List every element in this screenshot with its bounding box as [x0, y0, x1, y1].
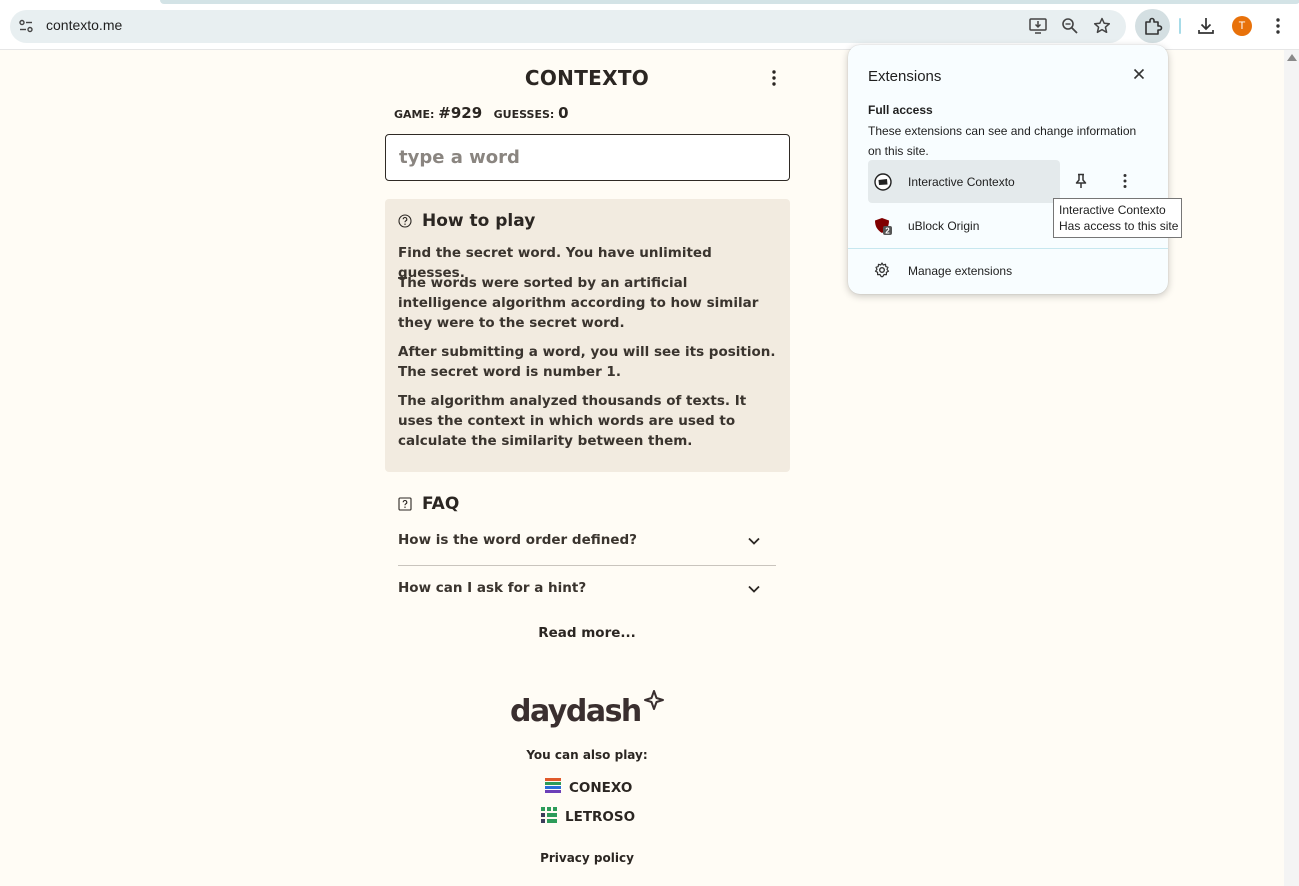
conexo-label[interactable]: CONEXO — [569, 780, 632, 796]
extension-name[interactable]: Interactive Contexto — [908, 175, 1015, 189]
conexo-icon — [545, 778, 561, 793]
downloads-icon[interactable] — [1194, 14, 1218, 38]
tooltip-title: Interactive Contexto — [1059, 203, 1166, 217]
faq-question[interactable]: How is the word order defined? — [398, 523, 776, 563]
scroll-up-arrow[interactable] — [1287, 54, 1297, 61]
letroso-icon — [541, 807, 557, 823]
extension-menu-icon[interactable] — [1116, 172, 1134, 190]
zoom-icon[interactable] — [1060, 16, 1080, 36]
howto-paragraph: The words were sorted by an artificial i… — [398, 275, 759, 331]
faq-title: FAQ — [422, 494, 460, 514]
ublock-origin-icon: 2 — [875, 218, 892, 236]
game-info: GAME: #929 GUESSES: 0 — [394, 104, 569, 122]
game-label: GAME: — [394, 108, 435, 121]
chrome-menu-icon[interactable] — [1266, 14, 1290, 38]
install-app-icon[interactable] — [1028, 16, 1048, 36]
manage-extensions-label[interactable]: Manage extensions — [908, 264, 1012, 278]
pin-icon[interactable] — [1072, 172, 1090, 190]
privacy-policy-link[interactable]: Privacy policy — [487, 851, 687, 865]
word-input[interactable] — [385, 134, 790, 181]
daydash-logo[interactable]: daydash — [510, 689, 670, 729]
site-info-icon[interactable] — [18, 18, 34, 34]
extension-name[interactable]: uBlock Origin — [908, 219, 979, 233]
chevron-down-icon[interactable] — [746, 581, 762, 597]
toolbar-separator — [1179, 18, 1181, 34]
faq-question-text: How is the word order defined? — [398, 532, 637, 548]
full-access-heading: Full access — [868, 103, 933, 117]
extension-item-ublock-origin[interactable]: 2 uBlock Origin — [868, 204, 1060, 247]
game-menu-icon[interactable] — [764, 68, 784, 88]
tab-strip — [160, 0, 1299, 4]
how-to-play-title: How to play — [422, 211, 536, 231]
tooltip-subtitle: Has access to this site — [1059, 219, 1179, 233]
faq-divider — [398, 565, 776, 566]
interactive-contexto-icon — [874, 173, 892, 191]
panel-divider — [848, 248, 1168, 249]
extension-item-interactive-contexto[interactable]: Interactive Contexto — [868, 160, 1060, 203]
gear-icon — [874, 262, 890, 278]
page-title: CONTEXTO — [524, 66, 650, 90]
guesses-count: 0 — [558, 104, 569, 122]
extensions-icon[interactable] — [1141, 14, 1165, 38]
browser-toolbar: contexto.me T — [0, 0, 1299, 50]
extensions-panel: Extensions Full access These extensions … — [848, 45, 1168, 294]
extension-tooltip: Interactive Contexto Has access to this … — [1053, 198, 1182, 238]
manage-extensions-button[interactable]: Manage extensions — [868, 250, 1148, 290]
full-access-description: These extensions can see and change info… — [868, 124, 1137, 158]
game-number: #929 — [438, 104, 483, 122]
close-icon[interactable] — [1131, 66, 1147, 82]
also-play-label: You can also play: — [526, 748, 648, 762]
guesses-label: GUESSES: — [493, 108, 555, 121]
extensions-panel-title: Extensions — [868, 68, 942, 85]
letroso-label[interactable]: LETROSO — [565, 809, 635, 825]
howto-paragraph: The algorithm analyzed thousands of text… — [398, 393, 747, 449]
help-circle-icon — [398, 214, 412, 228]
address-bar[interactable] — [10, 10, 1126, 43]
svg-text:2: 2 — [885, 227, 890, 236]
page-scrollbar[interactable] — [1284, 50, 1299, 886]
how-to-play-panel: How to play Find the secret word. You ha… — [385, 199, 790, 472]
faq-question[interactable]: How can I ask for a hint? — [398, 571, 776, 611]
svg-text:daydash: daydash — [510, 694, 641, 729]
howto-paragraph: After submitting a word, you will see it… — [398, 344, 776, 380]
faq-question-text: How can I ask for a hint? — [398, 580, 587, 596]
faq-icon — [398, 497, 412, 511]
read-more-link[interactable]: Read more... — [487, 625, 687, 641]
url-text[interactable]: contexto.me — [46, 17, 122, 33]
chevron-down-icon[interactable] — [746, 533, 762, 549]
bookmark-star-icon[interactable] — [1092, 16, 1112, 36]
profile-avatar[interactable]: T — [1232, 16, 1252, 36]
